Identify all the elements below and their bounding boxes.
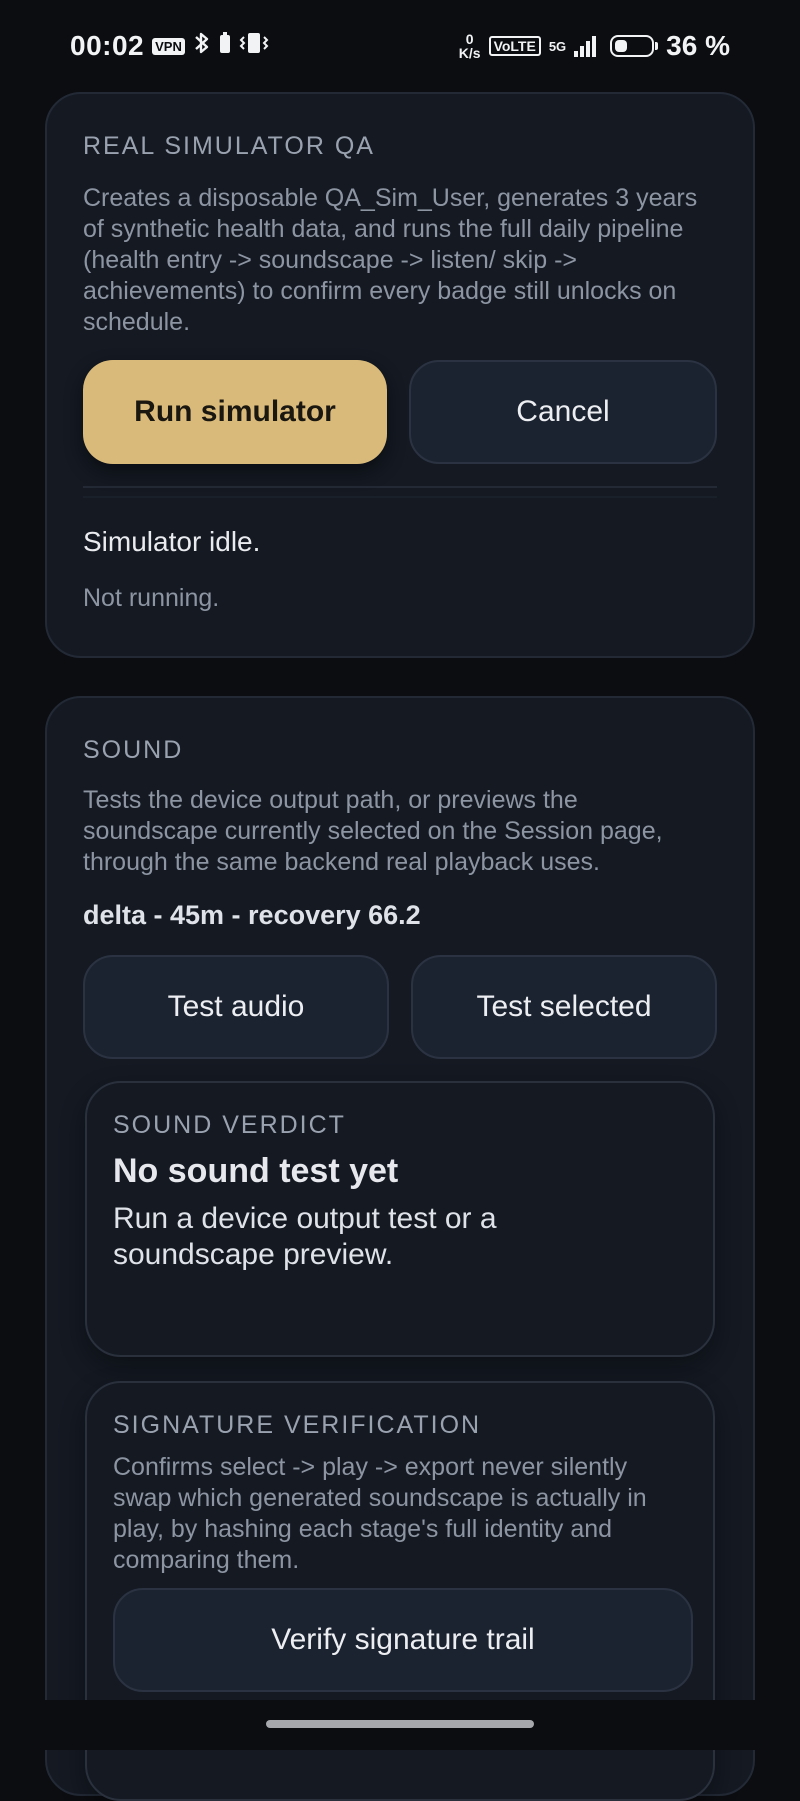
sound-verdict-eyebrow: SOUND VERDICT [113,1111,346,1139]
status-bar-left: 00:02 VPN [70,30,269,62]
sound-title: SOUND [83,736,184,764]
sound-actions: Test audio Test selected [83,955,717,1059]
network-speed-unit: K/s [458,45,481,61]
battery-percent: 36 % [666,30,730,61]
status-time: 00:02 [70,30,145,61]
simulator-actions: Run simulator Cancel [83,360,717,464]
vibrate-icon [239,31,269,61]
status-bar-right: 0 K/s VoLTE 5G 36 % [459,30,730,62]
network-speed-value: 0 [465,31,474,47]
network-type: 5G [548,38,567,54]
volte-badge: VoLTE [488,36,541,56]
sound-description: Tests the device output path, or preview… [83,786,663,876]
signature-description: Confirms select -> play -> export never … [113,1453,647,1574]
sound-verdict-panel: SOUND VERDICT No sound test yet Run a de… [85,1081,715,1357]
sound-verdict-title: No sound test yet [113,1152,399,1190]
sound-verdict-body: Run a device output test or a soundscape… [113,1202,497,1271]
run-simulator-button[interactable]: Run simulator [83,360,387,464]
divider-secondary [83,496,717,498]
simulator-card: REAL SIMULATOR QA Creates a disposable Q… [45,92,755,658]
vpn-badge: VPN [152,37,185,55]
signal-bars-icon [574,35,597,57]
battery-small-icon [219,31,231,61]
divider [83,486,717,488]
home-indicator[interactable] [266,1720,534,1728]
test-audio-button[interactable]: Test audio [83,955,389,1059]
cancel-button[interactable]: Cancel [409,360,717,464]
network-speed: 0 K/s [459,32,481,60]
simulator-title: REAL SIMULATOR QA [83,132,375,160]
simulator-description: Creates a disposable QA_Sim_User, genera… [83,184,698,336]
bluetooth-icon [193,31,211,61]
status-bar: 00:02 VPN 0 K/s VoLTE 5G 36 % [0,0,800,92]
selected-soundscape: delta - 45m - recovery 66.2 [83,900,421,930]
test-selected-button[interactable]: Test selected [411,955,717,1059]
verify-signature-button[interactable]: Verify signature trail [113,1588,693,1692]
sound-card: SOUND Tests the device output path, or p… [45,696,755,1801]
simulator-status: Simulator idle. [83,526,261,557]
simulator-substatus: Not running. [83,584,220,612]
battery-icon [610,35,659,57]
signature-eyebrow: SIGNATURE VERIFICATION [113,1411,482,1439]
